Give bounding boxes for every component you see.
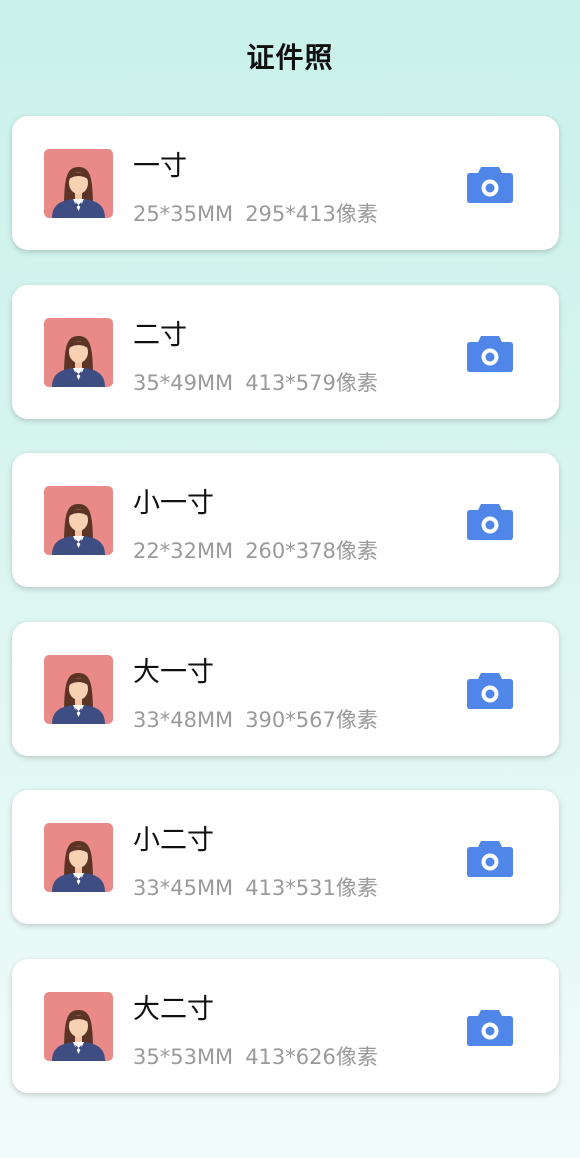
portrait-thumbnail bbox=[44, 149, 113, 218]
size-spec: 33*45MM 413*531像素 bbox=[133, 872, 378, 902]
size-card[interactable]: 小一寸 22*32MM 260*378像素 bbox=[12, 453, 559, 588]
size-card[interactable]: 一寸 25*35MM 295*413像素 bbox=[12, 116, 559, 250]
size-name: 一寸 bbox=[133, 151, 187, 182]
size-spec: 35*49MM 413*579像素 bbox=[133, 367, 378, 397]
size-card[interactable]: 大一寸 33*48MM 390*567像素 bbox=[12, 621, 559, 756]
camera-icon[interactable] bbox=[466, 159, 514, 207]
size-spec: 35*53MM 413*626像素 bbox=[133, 1041, 378, 1071]
portrait-thumbnail bbox=[44, 823, 113, 893]
size-spec: 33*48MM 390*567像素 bbox=[133, 704, 378, 734]
size-name: 小二寸 bbox=[133, 825, 214, 857]
size-pixels: 413*579像素 bbox=[245, 370, 378, 395]
camera-icon[interactable] bbox=[466, 496, 514, 544]
portrait-thumbnail bbox=[44, 486, 113, 556]
camera-icon[interactable] bbox=[466, 665, 514, 713]
size-mm: 22*32MM bbox=[133, 539, 234, 564]
size-mm: 35*49MM bbox=[133, 370, 234, 395]
size-card[interactable]: 二寸 35*49MM 413*579像素 bbox=[12, 284, 559, 419]
size-card[interactable]: 小二寸 33*45MM 413*531像素 bbox=[12, 790, 559, 925]
page-title: 证件照 bbox=[246, 41, 334, 74]
camera-icon[interactable] bbox=[466, 328, 514, 376]
portrait-thumbnail bbox=[44, 991, 113, 1061]
size-mm: 33*45MM bbox=[133, 876, 234, 901]
size-pixels: 295*413像素 bbox=[245, 202, 378, 226]
size-card[interactable]: 大二寸 35*53MM 413*626像素 bbox=[12, 958, 559, 1093]
portrait-thumbnail bbox=[44, 654, 113, 724]
size-mm: 25*35MM bbox=[133, 202, 234, 226]
camera-icon[interactable] bbox=[466, 833, 514, 881]
size-pixels: 260*378像素 bbox=[245, 539, 378, 564]
camera-icon[interactable] bbox=[466, 1002, 514, 1050]
size-name: 大二寸 bbox=[133, 993, 214, 1025]
size-name: 大一寸 bbox=[133, 656, 214, 688]
size-pixels: 390*567像素 bbox=[245, 707, 378, 732]
size-name: 二寸 bbox=[133, 319, 187, 351]
portrait-thumbnail bbox=[44, 317, 113, 387]
id-photo-page: 证件照 一寸 25*35MM 295*413像素 二寸 35*49MM 413*… bbox=[0, 0, 580, 1158]
size-spec: 25*35MM 295*413像素 bbox=[133, 198, 378, 228]
size-mm: 35*53MM bbox=[133, 1044, 234, 1069]
size-mm: 33*48MM bbox=[133, 707, 234, 732]
size-pixels: 413*626像素 bbox=[245, 1044, 378, 1069]
photo-size-list: 一寸 25*35MM 295*413像素 二寸 35*49MM 413*579像… bbox=[12, 116, 559, 1128]
size-pixels: 413*531像素 bbox=[245, 876, 378, 901]
size-name: 小一寸 bbox=[133, 488, 214, 520]
size-spec: 22*32MM 260*378像素 bbox=[133, 535, 378, 565]
